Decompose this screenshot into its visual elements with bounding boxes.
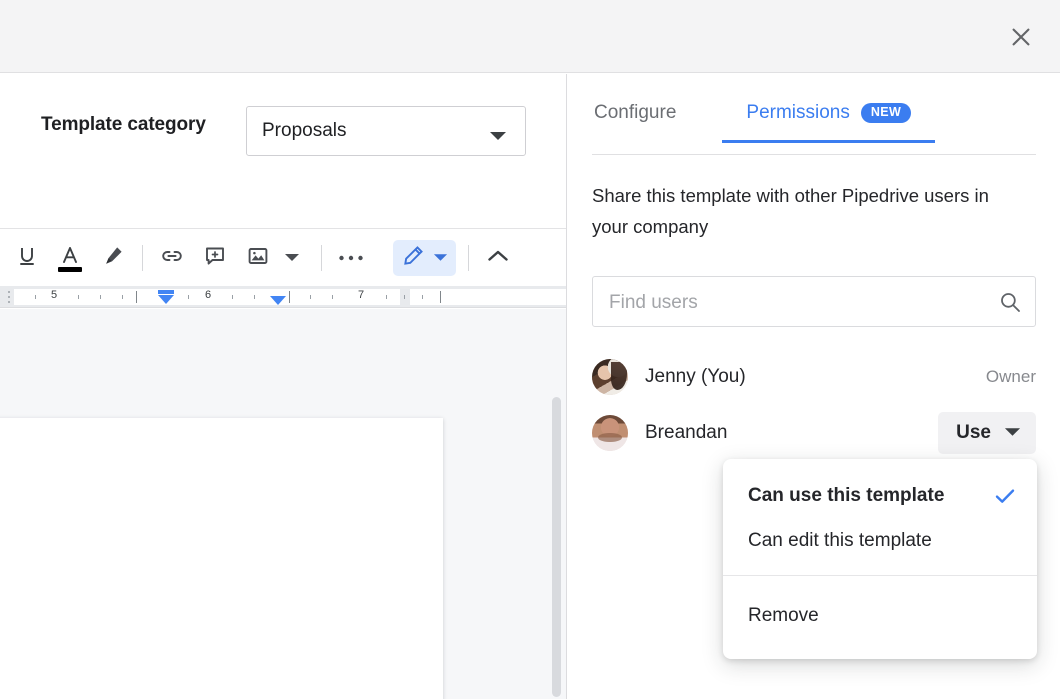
ruler-handle-icon[interactable] <box>6 290 12 304</box>
permission-menu: Can use this template Can edit this temp… <box>723 459 1037 659</box>
menu-item-can-use-label: Can use this template <box>748 484 945 506</box>
user-role-label: Owner <box>985 367 1036 386</box>
document-ruler[interactable]: 5 6 7 <box>0 286 566 308</box>
text-color-button[interactable] <box>53 241 87 275</box>
ruler-tick <box>232 295 233 299</box>
template-category-row: Template category Proposals <box>0 74 566 229</box>
new-badge: NEW <box>860 103 912 123</box>
highlight-button[interactable] <box>96 241 130 275</box>
template-category-value: Proposals <box>262 120 347 141</box>
toolbar-divider <box>142 245 143 271</box>
user-name: Breandan <box>645 422 728 443</box>
search-icon[interactable] <box>999 291 1021 318</box>
app-root: Template category Proposals 5 6 7 Config… <box>0 0 1060 699</box>
find-users-field[interactable] <box>592 276 1036 328</box>
ruler-tick <box>422 295 423 299</box>
link-icon <box>160 244 184 273</box>
editor-toolbar <box>0 230 566 286</box>
document-canvas[interactable] <box>0 309 566 699</box>
tab-bar: Configure Permissions NEW <box>592 98 1036 155</box>
toolbar-gap <box>87 258 96 259</box>
first-line-indent-bar[interactable] <box>158 290 174 294</box>
avatar <box>592 359 628 395</box>
insert-image-icon <box>246 244 270 273</box>
toolbar-gap <box>44 258 53 259</box>
avatar <box>592 415 628 451</box>
menu-item-can-edit-label: Can edit this template <box>748 529 932 551</box>
first-line-indent-marker[interactable] <box>158 295 174 304</box>
ruler-tick <box>386 295 387 299</box>
edit-mode-pen-icon <box>402 244 425 272</box>
ruler-major-tick <box>136 291 137 303</box>
ruler-tick <box>78 295 79 299</box>
chevron-down-icon <box>1004 424 1021 442</box>
left-indent-marker[interactable] <box>270 296 286 305</box>
tab-configure[interactable]: Configure <box>592 98 678 142</box>
comment-add-icon <box>203 244 227 273</box>
close-icon <box>1010 26 1032 48</box>
ruler-tick <box>332 295 333 299</box>
ruler-active-area <box>410 289 566 305</box>
template-category-select[interactable]: Proposals <box>246 106 526 156</box>
image-options-button[interactable] <box>275 241 309 275</box>
underline-button[interactable] <box>10 241 44 275</box>
menu-item-remove[interactable]: Remove <box>723 593 1037 638</box>
tab-permissions-label: Permissions <box>746 102 850 123</box>
permission-menu-group: Can use this template Can edit this temp… <box>723 459 1037 575</box>
underline-icon <box>17 245 37 272</box>
user-name: Jenny (You) <box>645 366 746 387</box>
chevron-down-icon <box>489 128 507 146</box>
more-options-icon <box>338 249 364 267</box>
ruler-tick <box>35 295 36 299</box>
user-row-jenny: Jenny (You) Owner <box>592 355 1036 399</box>
document-page[interactable] <box>0 418 443 699</box>
close-button[interactable] <box>1004 20 1038 54</box>
ruler-tick <box>404 295 405 299</box>
add-comment-button[interactable] <box>198 241 232 275</box>
toolbar-divider <box>321 245 322 271</box>
insert-link-button[interactable] <box>155 241 189 275</box>
collapse-toolbar-icon <box>486 248 510 269</box>
template-category-label: Template category <box>41 114 206 135</box>
ruler-tick <box>100 295 101 299</box>
ruler-major-tick <box>289 291 290 303</box>
document-scrollbar-thumb[interactable] <box>552 397 561 697</box>
highlight-icon <box>101 244 125 273</box>
ruler-number: 5 <box>51 289 58 301</box>
ruler-number: 6 <box>205 289 212 301</box>
permission-menu-group-destructive: Remove <box>723 576 1037 659</box>
toolbar-gap <box>232 258 241 259</box>
share-description: Share this template with other Pipedrive… <box>592 185 989 237</box>
ruler-major-tick <box>440 291 441 303</box>
check-icon <box>995 488 1015 504</box>
ruler-tick <box>254 295 255 299</box>
more-options-button[interactable] <box>334 241 368 275</box>
tab-permissions[interactable]: Permissions NEW <box>722 98 936 143</box>
menu-item-can-use[interactable]: Can use this template <box>723 473 1037 518</box>
ruler-tick <box>310 295 311 299</box>
menu-item-can-edit[interactable]: Can edit this template <box>723 518 1037 563</box>
toolbar-gap <box>189 258 198 259</box>
text-color-swatch <box>58 267 82 272</box>
edit-mode-button[interactable] <box>393 240 456 276</box>
template-editor-pane: Template category Proposals 5 6 7 <box>0 74 567 699</box>
search-input[interactable] <box>607 277 991 328</box>
permission-dropdown-button[interactable]: Use <box>938 412 1036 454</box>
collapse-toolbar-button[interactable] <box>481 241 515 275</box>
modal-header-bar <box>0 0 1060 73</box>
image-dropdown-caret-icon <box>284 249 300 267</box>
ruler-tick <box>122 295 123 299</box>
menu-item-remove-label: Remove <box>748 604 819 626</box>
tab-configure-label: Configure <box>594 102 677 123</box>
edit-mode-caret-icon <box>433 249 448 267</box>
user-row-breandan: Breandan Use <box>592 411 1036 455</box>
ruler-number: 7 <box>358 289 365 301</box>
permission-dropdown-label: Use <box>956 422 991 443</box>
ruler-tick <box>188 295 189 299</box>
insert-image-button[interactable] <box>241 241 275 275</box>
toolbar-divider <box>468 245 469 271</box>
